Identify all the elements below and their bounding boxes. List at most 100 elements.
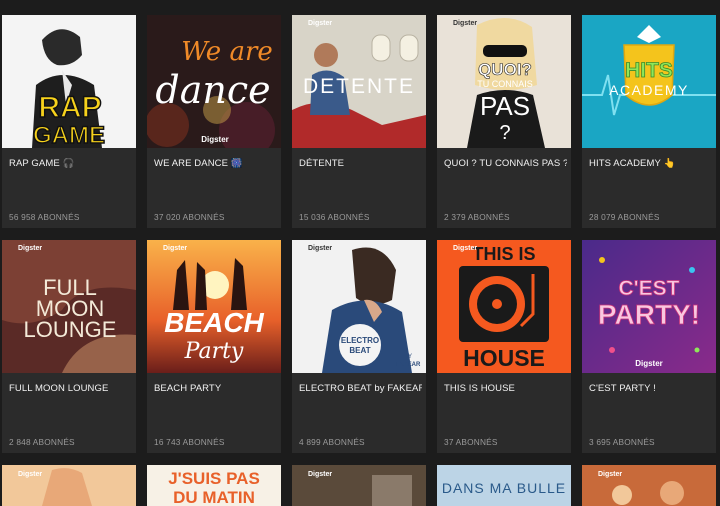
playlist-title[interactable]: WE ARE DANCE 🎆 [154,158,277,169]
playlist-cover[interactable]: THIS IS HOUSE Digster [437,240,571,373]
playlist-info: WE ARE DANCE 🎆 37 020 ABONNÉS [147,148,281,228]
playlist-cover[interactable]: FULL MOON LOUNGE Digster [2,240,136,373]
playlist-info: THIS IS HOUSE 37 ABONNÉS [437,373,571,453]
beach-party-cover: BEACH Party Digster [147,240,281,373]
playlist-title[interactable]: BEACH PARTY [154,383,277,394]
partial-cover-3: Digster [292,465,426,506]
playlist-info: ELECTRO BEAT by FAKEAR 4 899 ABONNÉS [292,373,426,453]
partial-cover-1: Digster [2,465,136,506]
art-text-line: ? [499,122,510,144]
art-text-line: ELECTRO [341,336,379,345]
art-text-line: ACADEMY [609,82,689,98]
rap-game-cover: RAP GAME [2,15,136,148]
playlist-card-partial[interactable]: Digster [582,465,716,506]
playlist-info: C'EST PARTY ! 3 695 ABONNÉS [582,373,716,453]
playlist-card-hits-academy[interactable]: HITS ACADEMY HITS ACADEMY 👆 28 079 ABONN… [582,15,716,228]
playlist-info: QUOI ? TU CONNAIS PAS ? 2 379 ABONNÉS [437,148,571,228]
digster-logo: Digster [201,135,229,144]
art-text-line: QUOI? [478,60,532,79]
playlist-title[interactable]: DÉTENTE [299,158,422,169]
playlist-title[interactable]: FULL MOON LOUNGE [9,383,132,394]
playlist-title[interactable]: RAP GAME 🎧 [9,158,132,169]
playlist-cover[interactable]: Digster [292,465,426,506]
art-text-line: HITS [625,59,673,82]
playlist-cover[interactable]: BEACH Party Digster [147,240,281,373]
subscriber-count: 4 899 ABONNÉS [299,437,365,447]
playlist-card-dans-ma-bulle[interactable]: DANS MA BULLE [437,465,571,506]
subscriber-count: 16 743 ABONNÉS [154,437,225,447]
art-text-line: PAS [480,91,530,121]
digster-logo: Digster [598,471,622,478]
digster-logo: Digster [308,20,332,27]
subscriber-count: 15 036 ABONNÉS [299,212,370,222]
jsuis-pas-du-matin-cover: J'SUIS PAS DU MATIN [147,465,281,506]
playlist-cover[interactable]: We are dance Digster [147,15,281,148]
playlist-card-this-is-house[interactable]: THIS IS HOUSE Digster THIS IS HOUSE 37 A… [437,240,571,453]
subscriber-count: 2 848 ABONNÉS [9,437,75,447]
playlist-info: DÉTENTE 15 036 ABONNÉS [292,148,426,228]
playlist-card-full-moon-lounge[interactable]: FULL MOON LOUNGE Digster FULL MOON LOUNG… [2,240,136,453]
playlist-cover[interactable]: J'SUIS PAS DU MATIN [147,465,281,506]
playlist-cover[interactable]: ELECTRO BEAT BY FAKEAR Digster [292,240,426,373]
art-text-line: dance [155,68,270,112]
art-text-line: PARTY! [598,299,700,330]
playlist-title[interactable]: ELECTRO BEAT by FAKEAR [299,383,422,394]
art-text-line: TU CONNAIS [477,79,533,89]
subscriber-count: 28 079 ABONNÉS [589,212,660,222]
electro-beat-cover: ELECTRO BEAT BY FAKEAR Digster [292,240,426,373]
full-moon-lounge-cover: FULL MOON LOUNGE Digster [2,240,136,373]
subscriber-count: 37 020 ABONNÉS [154,212,225,222]
playlist-title[interactable]: C'EST PARTY ! [589,383,712,394]
cest-party-cover: C'EST PARTY! Digster [582,240,716,373]
art-text-line: We are [181,37,273,67]
art-text-line: BEAT [349,346,370,355]
digster-logo: Digster [308,245,332,252]
this-is-house-cover: THIS IS HOUSE Digster [437,240,571,373]
playlist-card-quoi-tu-connais-pas[interactable]: QUOI? TU CONNAIS PAS ? Digster QUOI ? TU… [437,15,571,228]
art-text-line: Party [184,339,244,364]
digster-logo: Digster [453,20,477,27]
partial-cover-5: Digster [582,465,716,506]
playlist-card-electro-beat[interactable]: ELECTRO BEAT BY FAKEAR Digster ELECTRO B… [292,240,426,453]
art-text-line: LOUNGE [24,317,117,342]
subscriber-count: 3 695 ABONNÉS [589,437,655,447]
playlist-card-partial[interactable]: Digster [2,465,136,506]
we-are-dance-cover: We are dance Digster [147,15,281,148]
playlist-cover[interactable]: RAP GAME [2,15,136,148]
playlist-cover[interactable]: QUOI? TU CONNAIS PAS ? Digster [437,15,571,148]
art-text-line: DU MATIN [173,488,255,506]
art-text-line: BEACH [164,307,264,338]
digster-logo: Digster [308,471,332,478]
digster-logo: Digster [163,245,187,252]
playlist-card-we-are-dance[interactable]: We are dance Digster WE ARE DANCE 🎆 37 0… [147,15,281,228]
playlist-card-cest-party[interactable]: C'EST PARTY! Digster C'EST PARTY ! 3 695… [582,240,716,453]
digster-logo: Digster [635,359,663,368]
detente-cover: DETENTE Digster [292,15,426,148]
playlist-card-rap-game[interactable]: RAP GAME RAP GAME 🎧 56 958 ABONNÉS [2,15,136,228]
digster-logo: Digster [18,471,42,478]
art-text-line: J'SUIS PAS [168,469,260,488]
playlist-card-jsuis-pas-du-matin[interactable]: J'SUIS PAS DU MATIN [147,465,281,506]
playlist-cover[interactable]: HITS ACADEMY [582,15,716,148]
playlist-info: FULL MOON LOUNGE 2 848 ABONNÉS [2,373,136,453]
art-text-line: THIS IS [472,244,535,264]
subscriber-count: 37 ABONNÉS [444,437,498,447]
playlist-cover[interactable]: Digster [582,465,716,506]
playlist-cover[interactable]: C'EST PARTY! Digster [582,240,716,373]
playlist-cover[interactable]: DANS MA BULLE [437,465,571,506]
subscriber-count: 56 958 ABONNÉS [9,212,80,222]
playlist-info: RAP GAME 🎧 56 958 ABONNÉS [2,148,136,228]
art-text-line: FAKEAR [396,362,421,368]
playlist-title[interactable]: THIS IS HOUSE [444,383,567,394]
playlist-card-partial[interactable]: Digster [292,465,426,506]
playlist-card-detente[interactable]: DETENTE Digster DÉTENTE 15 036 ABONNÉS [292,15,426,228]
art-text-line: BY [404,354,412,360]
playlist-grid: RAP GAME RAP GAME 🎧 56 958 ABONNÉS We ar… [0,0,720,506]
playlist-card-beach-party[interactable]: BEACH Party Digster BEACH PARTY 16 743 A… [147,240,281,453]
playlist-title[interactable]: HITS ACADEMY 👆 [589,158,712,169]
playlist-title[interactable]: QUOI ? TU CONNAIS PAS ? [444,158,567,169]
playlist-info: HITS ACADEMY 👆 28 079 ABONNÉS [582,148,716,228]
digster-logo: Digster [453,245,477,252]
playlist-cover[interactable]: DETENTE Digster [292,15,426,148]
playlist-cover[interactable]: Digster [2,465,136,506]
